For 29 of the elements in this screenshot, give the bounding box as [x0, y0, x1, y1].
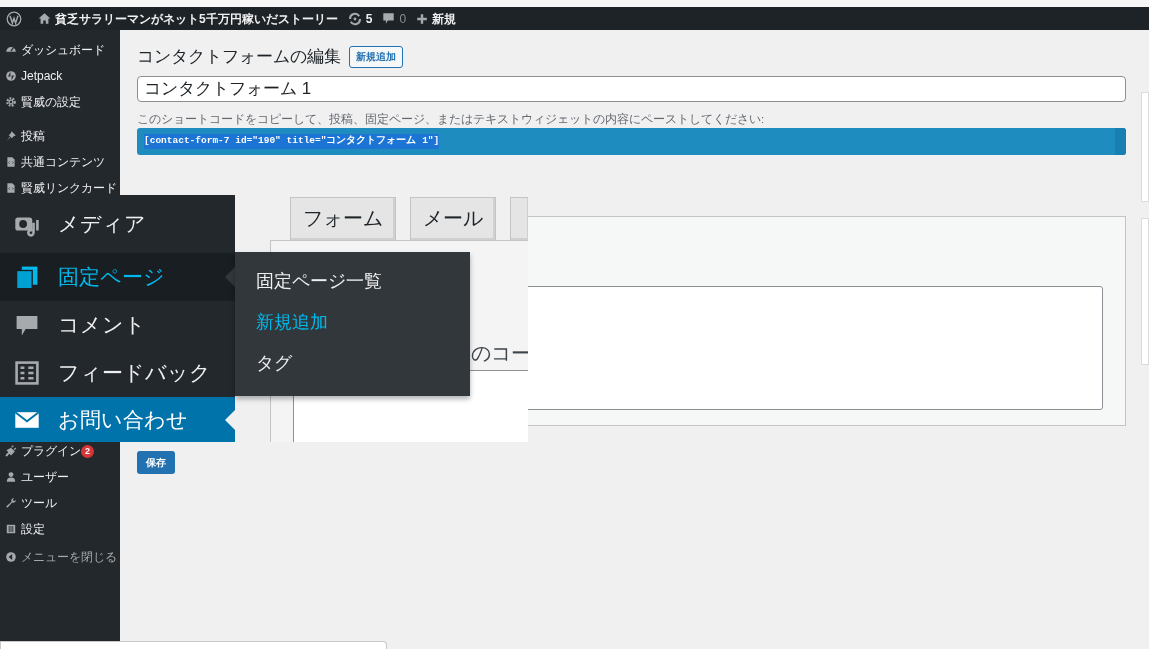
sidebar-item[interactable]: ツール [0, 490, 120, 516]
menu-item[interactable]: コメント [0, 301, 235, 349]
menu-item[interactable]: お問い合わせ [0, 397, 235, 442]
shortcode-field[interactable]: [contact-form-7 id="190" title="コンタクトフォーム 1"] [137, 128, 1126, 155]
sidebar-item[interactable]: 投稿 [0, 123, 120, 149]
sidebar-item[interactable]: Jetpack [0, 63, 120, 89]
sidebar-item[interactable]: 設定 [0, 516, 120, 542]
submenu-item[interactable]: 固定ページ一覧 [256, 266, 470, 307]
add-new-button[interactable]: 新規追加 [349, 45, 403, 68]
shortcode-hint: このショートコードをコピーして、投稿、固定ページ、またはテキストウィジェットの内容にペーストしてください: [137, 113, 766, 126]
sidebar-item[interactable]: 賢威の設定 [0, 89, 120, 115]
submenu-item[interactable]: 新規追加 [256, 307, 470, 348]
new-content-link[interactable]: 新規 [432, 9, 457, 28]
sidebar-item[interactable]: メニューを閉じる [0, 544, 120, 570]
menu-item[interactable]: 固定ページ [0, 253, 235, 301]
comment-count[interactable]: 0 [399, 9, 407, 28]
save-button[interactable]: 保存 [137, 451, 175, 474]
title-input-field[interactable]: コンタクトフォーム 1 [137, 76, 1126, 102]
tab[interactable]: メール [410, 197, 496, 240]
sidebar-item[interactable]: 共通コンテンツ [0, 149, 120, 175]
sidebar-item[interactable]: ユーザー [0, 464, 120, 490]
page-heading: コンタクトフォームの編集 [137, 46, 341, 68]
update-badge: 2 [81, 444, 94, 458]
sidebar-item[interactable]: ダッシュボード [0, 37, 120, 63]
tab[interactable]: フォーム [290, 197, 396, 240]
submenu-item[interactable]: タグ [256, 348, 470, 389]
site-title-link[interactable]: 貧乏サラリーマンがネット5千万円稼いだストーリー [55, 9, 338, 28]
menu-item[interactable]: フィードバック [0, 349, 235, 397]
update-count[interactable]: 5 [365, 9, 373, 28]
